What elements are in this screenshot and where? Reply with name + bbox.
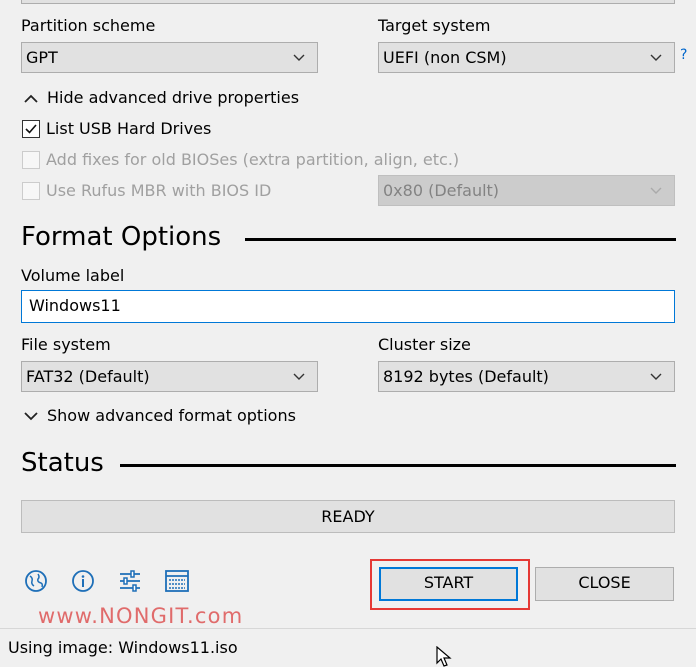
device-select-edge <box>21 0 675 4</box>
cluster-size-select[interactable]: 8192 bytes (Default) <box>378 361 675 392</box>
cluster-size-value: 8192 bytes (Default) <box>383 367 549 386</box>
rufus-mbr-label: Use Rufus MBR with BIOS ID <box>46 181 272 200</box>
start-button[interactable]: START <box>379 567 518 601</box>
target-system-value: UEFI (non CSM) <box>383 48 507 67</box>
mouse-cursor-icon <box>436 646 452 667</box>
add-fixes-checkbox[interactable] <box>22 151 40 169</box>
volume-label-label: Volume label <box>21 266 125 285</box>
chevron-up-icon <box>24 94 38 103</box>
rufus-mbr-checkbox[interactable] <box>22 182 40 200</box>
chevron-down-icon <box>650 373 662 380</box>
footer-status-bar: Using image: Windows11.iso <box>0 628 696 667</box>
watermark-text: www.NONGIT.com <box>38 604 244 628</box>
status-progress-bar: READY <box>21 500 675 533</box>
partition-scheme-value: GPT <box>26 48 58 67</box>
status-title: Status <box>21 448 104 478</box>
format-options-title: Format Options <box>21 222 222 252</box>
hide-advanced-drive-toggle[interactable]: Hide advanced drive properties <box>22 88 302 110</box>
chevron-down-icon <box>650 54 662 61</box>
show-advanced-format-toggle[interactable]: Show advanced format options <box>22 406 312 428</box>
bios-id-value: 0x80 (Default) <box>383 181 500 200</box>
globe-icon[interactable] <box>24 569 48 593</box>
show-advanced-format-label: Show advanced format options <box>47 406 296 425</box>
log-icon[interactable] <box>165 570 189 592</box>
add-fixes-checkbox-row[interactable]: Add fixes for old BIOSes (extra partitio… <box>22 150 462 172</box>
partition-scheme-label: Partition scheme <box>21 16 156 35</box>
checkmark-icon <box>25 124 37 134</box>
info-icon[interactable] <box>71 569 95 593</box>
target-system-label: Target system <box>378 16 491 35</box>
rufus-mbr-checkbox-row[interactable]: Use Rufus MBR with BIOS ID <box>22 181 322 203</box>
file-system-label: File system <box>21 335 111 354</box>
file-system-select[interactable]: FAT32 (Default) <box>21 361 318 392</box>
add-fixes-label: Add fixes for old BIOSes (extra partitio… <box>46 150 460 169</box>
cluster-size-label: Cluster size <box>378 335 471 354</box>
chevron-down-icon <box>293 54 305 61</box>
list-usb-label: List USB Hard Drives <box>46 119 212 138</box>
status-divider <box>120 464 676 467</box>
chevron-down-icon <box>293 373 305 380</box>
close-button[interactable]: CLOSE <box>535 567 674 601</box>
footer-status-text: Using image: Windows11.iso <box>8 638 238 657</box>
volume-label-input[interactable]: Windows11 <box>21 290 675 323</box>
hide-advanced-drive-label: Hide advanced drive properties <box>47 88 300 107</box>
list-usb-checkbox-row[interactable]: List USB Hard Drives <box>22 119 222 141</box>
format-options-divider <box>245 238 676 241</box>
chevron-down-icon <box>650 187 662 194</box>
list-usb-checkbox[interactable] <box>22 120 40 138</box>
bios-id-select[interactable]: 0x80 (Default) <box>378 175 675 206</box>
help-link[interactable]: ? <box>680 47 687 63</box>
chevron-down-icon <box>24 412 38 421</box>
settings-sliders-icon[interactable] <box>118 569 142 593</box>
partition-scheme-select[interactable]: GPT <box>21 42 318 73</box>
file-system-value: FAT32 (Default) <box>26 367 150 386</box>
target-system-select[interactable]: UEFI (non CSM) <box>378 42 675 73</box>
